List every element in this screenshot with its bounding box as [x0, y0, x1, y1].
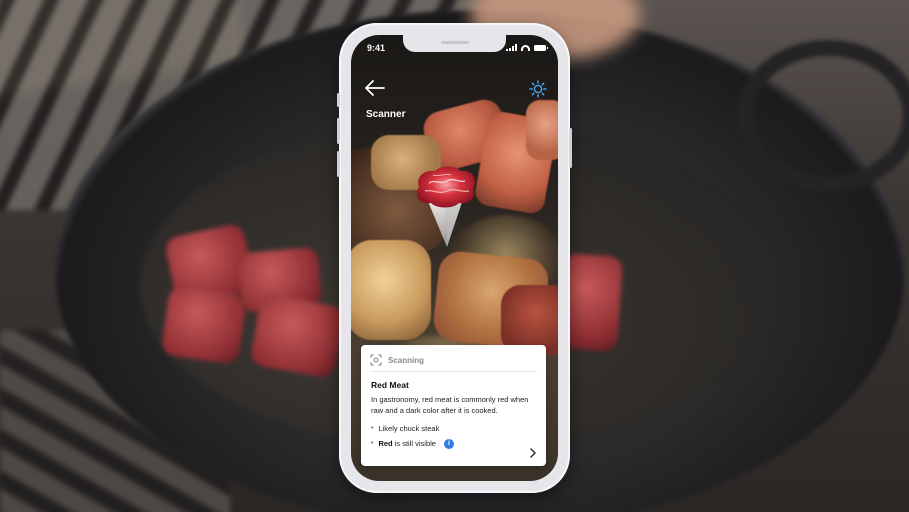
meat-chunk — [351, 240, 431, 340]
meat-chunk — [249, 293, 346, 379]
meat-chunk — [160, 284, 248, 366]
phone-frame: 9:41 Scanner Scanning Red Meat In gastro… — [337, 23, 572, 493]
wifi-icon — [521, 44, 530, 51]
battery-icon — [534, 44, 548, 51]
result-title: Red Meat — [371, 380, 409, 390]
divider — [370, 371, 537, 372]
phone-side-button — [337, 118, 340, 144]
signal-icon — [506, 44, 517, 51]
chevron-right-icon[interactable] — [529, 448, 537, 458]
bullet-rest-text: is still visible — [392, 439, 436, 448]
bullet-bold-text: Red — [378, 439, 393, 448]
phone-notch — [403, 35, 506, 52]
page-title: Scanner — [366, 109, 406, 120]
scan-target-icon — [370, 354, 382, 366]
scan-result-card[interactable]: Scanning Red Meat In gastronomy, red mea… — [361, 345, 546, 466]
meat-chunk — [526, 100, 558, 160]
phone-side-button — [337, 151, 340, 177]
status-icons — [506, 44, 548, 51]
scan-status-label: Scanning — [388, 355, 425, 365]
result-bullets: • Likely chuck steak • Red is still visi… — [371, 421, 454, 451]
arrow-left-icon[interactable] — [365, 80, 385, 96]
status-time: 9:41 — [367, 43, 386, 53]
speaker — [441, 41, 469, 44]
bullet-dot: • — [371, 440, 374, 447]
list-item: • Red is still visible i — [371, 436, 454, 451]
ar-meat-marker-icon[interactable] — [411, 163, 479, 249]
info-icon[interactable]: i — [443, 438, 454, 449]
bullet-dot: • — [371, 425, 374, 432]
scan-status: Scanning — [370, 354, 424, 366]
phone-power-button — [569, 128, 572, 168]
phone-side-button — [337, 93, 340, 107]
result-description: In gastronomy, red meat is commonly red … — [371, 395, 529, 415]
bullet-text: Likely chuck steak — [378, 424, 440, 433]
pot-handle — [737, 40, 909, 192]
gear-icon[interactable] — [529, 80, 547, 98]
list-item: • Likely chuck steak — [371, 421, 454, 436]
bullet-text: Red is still visible — [378, 439, 436, 448]
phone-screen: 9:41 Scanner Scanning Red Meat In gastro… — [351, 35, 558, 481]
